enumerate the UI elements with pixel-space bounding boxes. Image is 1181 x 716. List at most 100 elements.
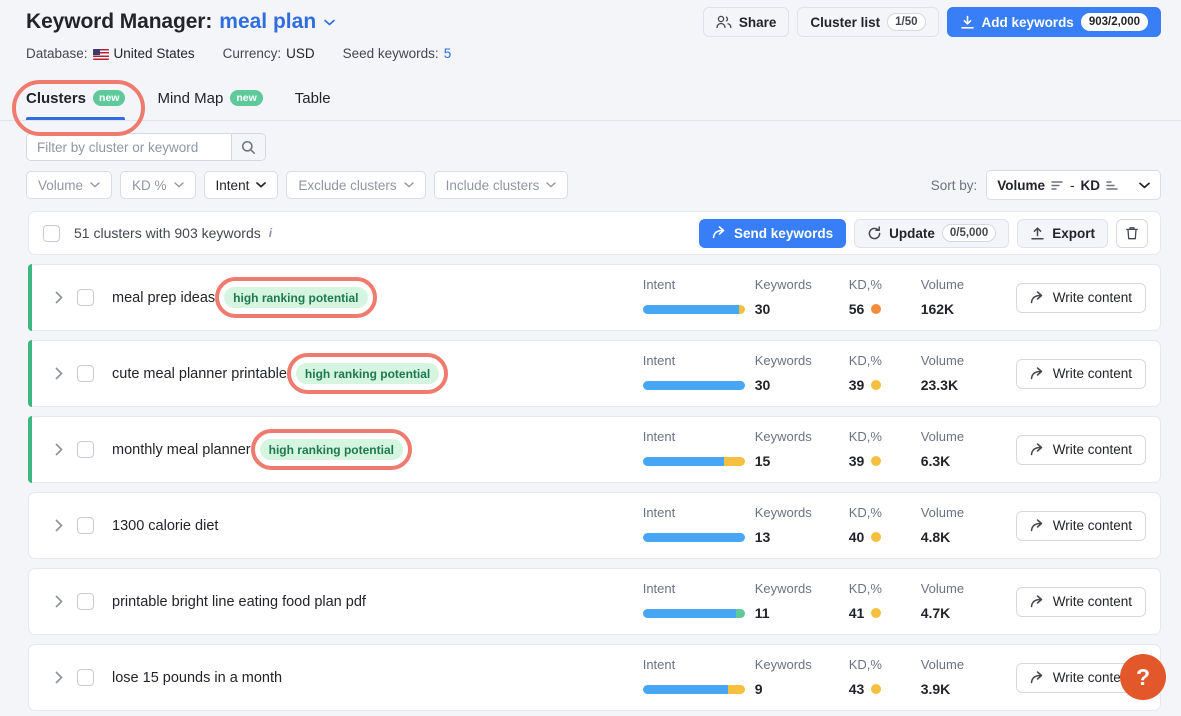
- metric-keywords-label: Keywords: [754, 429, 812, 444]
- metric-kd: KD,% 39: [848, 429, 921, 470]
- sort-asc-icon: [1106, 180, 1119, 191]
- search-button[interactable]: [231, 134, 265, 160]
- expand-row-icon[interactable]: [45, 291, 73, 304]
- filter-kd[interactable]: KD %: [120, 171, 196, 199]
- table-row[interactable]: monthly meal planner high ranking potent…: [28, 416, 1161, 483]
- cluster-list-button[interactable]: Cluster list 1/50: [797, 7, 939, 37]
- row-checkbox[interactable]: [77, 365, 94, 382]
- meta-currency: Currency: USD: [223, 46, 315, 61]
- tab-mind-map-new-badge: new: [230, 90, 263, 106]
- info-icon[interactable]: i: [269, 226, 272, 240]
- metric-intent: Intent: [642, 430, 755, 466]
- write-content-button[interactable]: Write content: [1015, 282, 1146, 313]
- write-content-button[interactable]: Write content: [1015, 586, 1146, 617]
- download-icon: [960, 15, 975, 30]
- metric-kd-label: KD,%: [848, 277, 882, 292]
- expand-row-icon[interactable]: [45, 443, 73, 456]
- expand-row-icon[interactable]: [45, 595, 73, 608]
- metric-intent-label: Intent: [642, 277, 676, 292]
- metric-volume-label: Volume: [920, 277, 965, 292]
- table-row[interactable]: printable bright line eating food plan p…: [28, 568, 1161, 635]
- meta-seed-keywords: Seed keywords: 5: [343, 46, 452, 61]
- meta-row: Database: United States Currency: USD Se…: [26, 46, 1161, 61]
- sort-control: Sort by: Volume - KD: [931, 170, 1161, 200]
- row-checkbox[interactable]: [77, 289, 94, 306]
- meta-seed-keywords-value[interactable]: 5: [444, 46, 452, 61]
- write-content-button[interactable]: Write content: [1015, 434, 1146, 465]
- metric-volume: Volume 6.3K: [920, 429, 1016, 470]
- annotation-ring-high-ranking-potential: [286, 353, 449, 394]
- metric-intent: Intent: [642, 277, 755, 314]
- page-title-entity[interactable]: meal plan: [219, 10, 316, 34]
- tabs-bar: Clusters new Mind Map new Table: [0, 76, 1181, 136]
- search-input[interactable]: [27, 134, 231, 160]
- metric-keywords: Keywords 15: [754, 429, 849, 470]
- expand-row-icon[interactable]: [45, 671, 73, 684]
- tab-table[interactable]: Table: [295, 76, 345, 120]
- update-button[interactable]: Update 0/5,000: [854, 218, 1010, 248]
- metric-kd-value: 43: [849, 681, 921, 697]
- intent-segment: [724, 457, 745, 466]
- intent-segment: [642, 533, 745, 542]
- intent-bar: [642, 685, 745, 694]
- intent-bar: [642, 457, 745, 466]
- cluster-name: printable bright line eating food plan p…: [112, 593, 366, 610]
- write-content-button[interactable]: Write content: [1015, 510, 1146, 541]
- tab-mind-map[interactable]: Mind Map new: [157, 76, 276, 120]
- filter-volume[interactable]: Volume: [26, 171, 113, 199]
- table-row[interactable]: 1300 calorie diet Intent Keywords 13 KD,…: [28, 492, 1161, 559]
- row-checkbox[interactable]: [77, 669, 94, 686]
- expand-row-icon[interactable]: [45, 519, 73, 532]
- metric-kd-label: KD,%: [848, 581, 882, 596]
- search-box: [26, 133, 266, 161]
- sort-select[interactable]: Volume - KD: [986, 170, 1161, 200]
- table-row[interactable]: lose 15 pounds in a month Intent Keyword…: [28, 644, 1161, 711]
- filter-include-clusters[interactable]: Include clusters: [433, 171, 569, 199]
- metric-kd-label: KD,%: [848, 657, 882, 672]
- add-keywords-button[interactable]: Add keywords 903/2,000: [946, 7, 1161, 37]
- tab-mind-map-label: Mind Map: [157, 89, 224, 107]
- row-checkbox[interactable]: [77, 517, 94, 534]
- metric-kd: KD,% 40: [848, 505, 921, 546]
- metric-intent: Intent: [642, 354, 755, 390]
- add-keywords-label: Add keywords: [981, 14, 1074, 30]
- filter-exclude-clusters[interactable]: Exclude clusters: [286, 171, 426, 199]
- cluster-name: lose 15 pounds in a month: [112, 669, 283, 686]
- metric-kd-label: KD,%: [848, 505, 882, 520]
- row-metrics: Intent Keywords 15 KD,% 39 Volume 6.3K W…: [642, 429, 1160, 470]
- intent-segment: [642, 457, 725, 466]
- intent-bar: [642, 381, 745, 390]
- chevron-down-icon: [90, 182, 100, 188]
- metric-kd-label: KD,%: [848, 429, 882, 444]
- share-button[interactable]: Share: [702, 7, 790, 37]
- kd-difficulty-dot: [871, 684, 882, 694]
- tabs-list: Clusters new Mind Map new Table: [0, 76, 1181, 120]
- expand-row-icon[interactable]: [45, 367, 73, 380]
- filter-volume-label: Volume: [38, 177, 84, 193]
- send-keywords-button[interactable]: Send keywords: [699, 218, 847, 248]
- tab-clusters[interactable]: Clusters new: [26, 76, 139, 120]
- metric-keywords-label: Keywords: [754, 277, 812, 292]
- arrow-forward-icon: [1030, 670, 1045, 685]
- help-button[interactable]: ?: [1120, 654, 1166, 700]
- filter-intent-label: Intent: [215, 177, 250, 193]
- row-checkbox[interactable]: [77, 593, 94, 610]
- metric-intent: Intent: [642, 582, 755, 618]
- meta-currency-value: USD: [286, 46, 315, 61]
- select-all-checkbox[interactable]: [43, 224, 60, 242]
- metric-keywords: Keywords 9: [755, 658, 849, 698]
- delete-button[interactable]: [1116, 218, 1148, 248]
- chevron-down-icon[interactable]: [324, 19, 335, 26]
- filter-intent[interactable]: Intent: [203, 171, 279, 199]
- arrow-forward-icon: [712, 226, 727, 240]
- export-button[interactable]: Export: [1017, 218, 1108, 248]
- row-checkbox[interactable]: [77, 441, 94, 458]
- intent-bar: [642, 609, 745, 618]
- table-row[interactable]: cute meal planner printable high ranking…: [28, 340, 1161, 407]
- page-title-prefix: Keyword Manager:: [26, 10, 213, 33]
- metric-keywords: Keywords 30: [755, 354, 849, 394]
- table-row[interactable]: meal prep ideas high ranking potential I…: [28, 264, 1161, 331]
- metric-volume-value: 3.9K: [920, 681, 951, 697]
- metric-volume-label: Volume: [920, 429, 965, 444]
- write-content-button[interactable]: Write content: [1015, 358, 1146, 389]
